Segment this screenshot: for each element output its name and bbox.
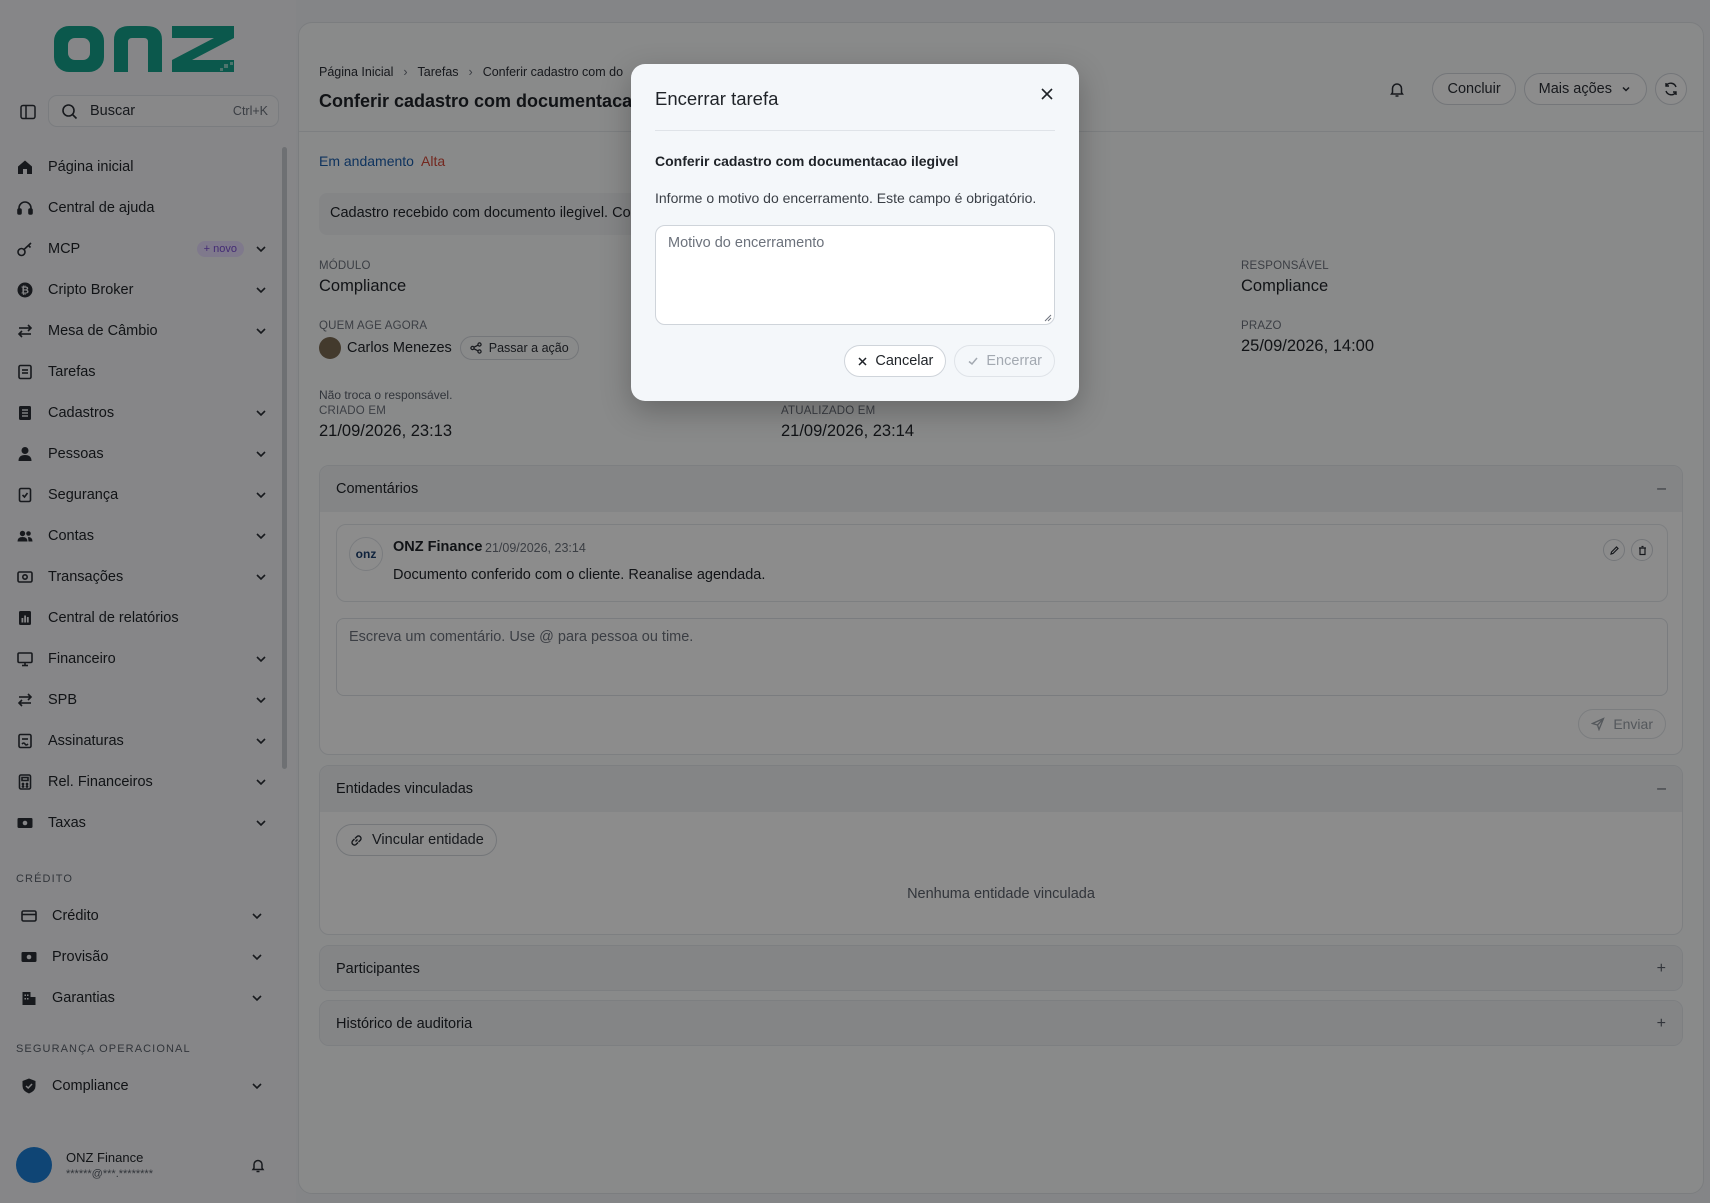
check-icon bbox=[968, 357, 978, 366]
cancel-button[interactable]: Cancelar bbox=[844, 345, 947, 377]
dialog-actions: Cancelar Encerrar bbox=[836, 345, 1055, 377]
dialog-help-text: Informe o motivo do encerramento. Este c… bbox=[655, 190, 1037, 206]
confirm-label: Encerrar bbox=[986, 353, 1042, 369]
dialog-title: Encerrar tarefa bbox=[655, 88, 779, 109]
dialog-divider bbox=[655, 130, 1055, 131]
close-reason-field[interactable] bbox=[655, 225, 1055, 325]
resize-handle-icon[interactable] bbox=[1044, 314, 1052, 322]
confirm-close-button[interactable]: Encerrar bbox=[954, 345, 1055, 377]
close-icon bbox=[858, 356, 867, 366]
dialog-task-name: Conferir cadastro com documentacao ilegi… bbox=[655, 153, 959, 169]
close-task-dialog: Encerrar tarefa Conferir cadastro com do… bbox=[631, 64, 1079, 401]
cancel-label: Cancelar bbox=[875, 353, 934, 369]
close-icon[interactable] bbox=[1037, 84, 1057, 104]
